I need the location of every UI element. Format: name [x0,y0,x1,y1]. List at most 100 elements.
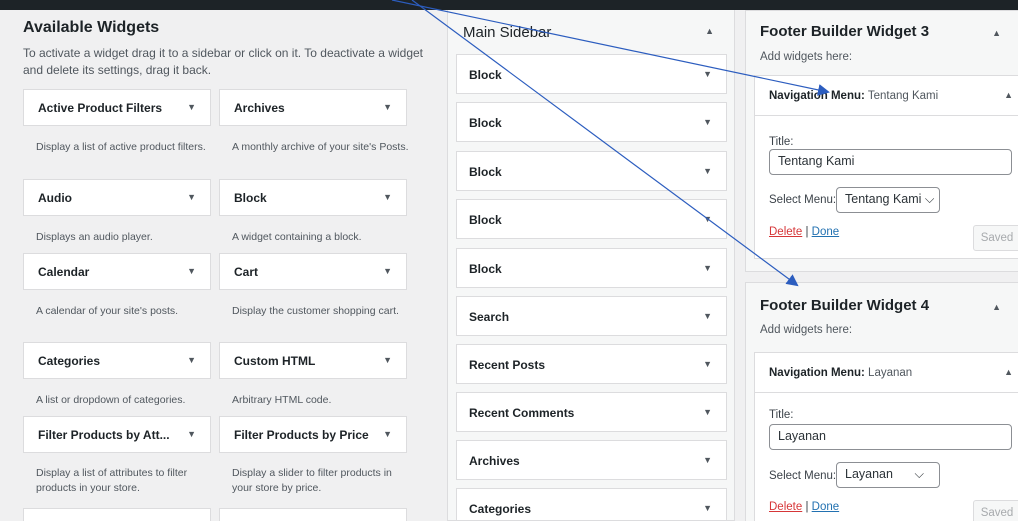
widget-block[interactable]: Block ▼ [219,179,407,216]
title-input[interactable]: Layanan [769,424,1012,450]
widget-description: Display a list of active product filters… [36,141,206,153]
triangle-up-icon[interactable]: ▲ [1004,367,1013,377]
sidebar-widget-title: Search [469,310,510,324]
footer-3-title[interactable]: Footer Builder Widget 3 [760,23,929,40]
select-menu-value: Tentang Kami [845,192,922,206]
sidebar-widget-title: Block [469,165,502,179]
select-menu-value: Layanan [845,467,893,481]
sidebar-widget-block[interactable]: Block ▼ [456,151,727,191]
widget-archives[interactable]: Archives ▼ [219,89,407,126]
triangle-down-icon[interactable]: ▼ [383,429,392,439]
triangle-down-icon[interactable]: ▼ [703,359,712,369]
triangle-down-icon[interactable]: ▼ [703,407,712,417]
widget-next-row[interactable] [219,508,407,521]
widget-title: Block [234,191,267,205]
widget-audio[interactable]: Audio ▼ [23,179,211,216]
done-link[interactable]: Done [812,226,840,238]
triangle-down-icon[interactable]: ▼ [187,102,196,112]
sidebar-widget-archives[interactable]: Archives ▼ [456,440,727,480]
sidebar-widget-recent-posts[interactable]: Recent Posts ▼ [456,344,727,384]
triangle-up-icon[interactable]: ▲ [992,302,1001,312]
triangle-up-icon[interactable]: ▲ [1004,90,1013,100]
delete-link[interactable]: Delete [769,226,802,238]
widget-cart[interactable]: Cart ▼ [219,253,407,290]
widget-header[interactable]: Navigation Menu: Tentang Kami ▲ [755,76,1018,116]
sidebar-widget-title: Block [469,116,502,130]
widget-description: A list or dropdown of categories. [36,394,186,406]
sidebar-widget-block[interactable]: Block ▼ [456,248,727,288]
title-label: Title: [769,136,794,148]
sidebar-widget-categories[interactable]: Categories ▼ [456,488,727,520]
widget-header[interactable]: Navigation Menu: Layanan ▲ [755,353,1018,393]
triangle-down-icon[interactable]: ▼ [703,214,712,224]
title-label: Title: [769,409,794,421]
select-menu-label: Select Menu: [769,470,837,482]
triangle-down-icon[interactable]: ▼ [703,69,712,79]
saved-button[interactable]: Saved [973,500,1018,521]
widget-title: Custom HTML [234,354,316,368]
triangle-down-icon[interactable]: ▼ [703,263,712,273]
navigation-menu-widget-layanan[interactable]: Navigation Menu: Layanan ▲ Title: Layana… [754,352,1018,521]
sidebar-widget-block[interactable]: Block ▼ [456,102,727,142]
widget-active-product-filters[interactable]: Active Product Filters ▼ [23,89,211,126]
triangle-down-icon[interactable]: ▼ [703,455,712,465]
widget-calendar[interactable]: Calendar ▼ [23,253,211,290]
sidebar-widget-recent-comments[interactable]: Recent Comments ▼ [456,392,727,432]
triangle-down-icon[interactable]: ▼ [187,266,196,276]
widget-title: Calendar [38,265,90,279]
triangle-up-icon[interactable]: ▲ [705,26,714,36]
widget-categories[interactable]: Categories ▼ [23,342,211,379]
sidebar-widget-title: Recent Posts [469,358,546,372]
available-widgets-description: To activate a widget drag it to a sideba… [23,46,423,77]
select-menu-dropdown[interactable]: Layanan ⌵ [836,462,940,488]
triangle-down-icon[interactable]: ▼ [383,266,392,276]
triangle-down-icon[interactable]: ▼ [703,311,712,321]
chevron-down-icon: ⌵ [924,192,935,206]
widget-description: Displays an audio player. [36,231,153,243]
footer-3-hint: Add widgets here: [760,51,853,63]
select-menu-label: Select Menu: [769,194,837,206]
admin-top-bar [0,0,1018,10]
sidebar-widget-title: Recent Comments [469,406,575,420]
widget-title: Filter Products by Att... [38,428,170,442]
triangle-down-icon[interactable]: ▼ [703,117,712,127]
footer-4-title[interactable]: Footer Builder Widget 4 [760,297,929,314]
sidebar-widget-title: Block [469,213,502,227]
sidebar-widget-block[interactable]: Block ▼ [456,54,727,94]
sidebar-widget-title: Block [469,68,502,82]
widget-next-row[interactable] [23,508,211,521]
widget-type: Navigation Menu: [769,367,865,379]
widget-title: Categories [38,354,101,368]
triangle-up-icon[interactable]: ▲ [992,28,1001,38]
navigation-menu-widget-tentang-kami[interactable]: Navigation Menu: Tentang Kami ▲ Title: T… [754,75,1018,259]
delete-link[interactable]: Delete [769,501,802,513]
widget-description: Arbitrary HTML code. [232,394,332,406]
triangle-down-icon[interactable]: ▼ [187,429,196,439]
sidebar-widget-search[interactable]: Search ▼ [456,296,727,336]
triangle-down-icon[interactable]: ▼ [383,192,392,202]
title-input[interactable]: Tentang Kami [769,149,1012,175]
sidebar-widget-block[interactable]: Block ▼ [456,199,727,239]
done-link[interactable]: Done [812,501,840,513]
link-separator: | [805,226,809,238]
widget-custom-html[interactable]: Custom HTML ▼ [219,342,407,379]
widget-description: Display the customer shopping cart. [232,305,399,317]
widget-type: Navigation Menu: [769,90,865,102]
available-widgets-panel: Available Widgets To activate a widget d… [14,10,437,521]
saved-button[interactable]: Saved [973,225,1018,251]
widget-filter-products-by-attribute[interactable]: Filter Products by Att... ▼ [23,416,211,453]
triangle-down-icon[interactable]: ▼ [187,192,196,202]
triangle-down-icon[interactable]: ▼ [703,166,712,176]
triangle-down-icon[interactable]: ▼ [383,102,392,112]
chevron-down-icon: ⌵ [914,467,924,481]
select-menu-dropdown[interactable]: Tentang Kami ⌵ [836,187,940,213]
triangle-down-icon[interactable]: ▼ [383,355,392,365]
triangle-down-icon[interactable]: ▼ [187,355,196,365]
widget-title: Navigation Menu: Layanan [769,367,912,379]
main-sidebar-title[interactable]: Main Sidebar [463,24,551,41]
widget-action-links: Delete | Done [769,501,839,513]
link-separator: | [805,501,809,513]
widget-filter-products-by-price[interactable]: Filter Products by Price ▼ [219,416,407,453]
widget-title: Archives [234,101,285,115]
triangle-down-icon[interactable]: ▼ [703,503,712,513]
